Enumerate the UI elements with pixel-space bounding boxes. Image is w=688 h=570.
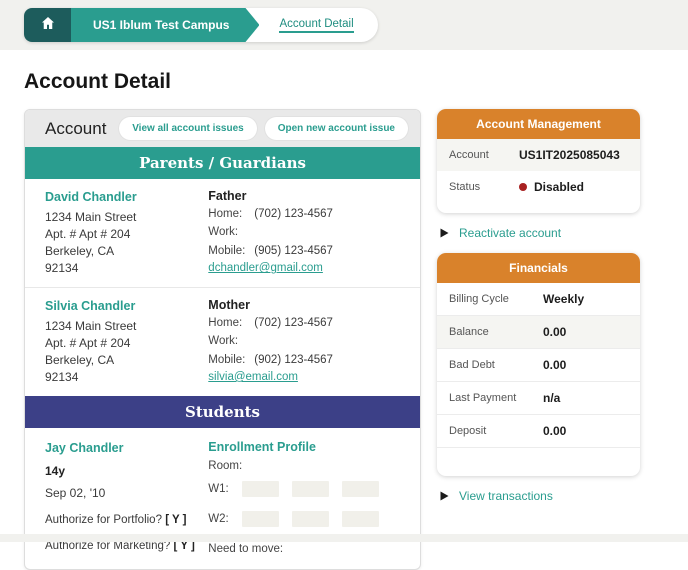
balance-value: 0.00 bbox=[543, 325, 566, 339]
last-payment-value: n/a bbox=[543, 391, 560, 405]
phone-value: (902) 123-4567 bbox=[254, 351, 333, 369]
breadcrumb: US1 Iblum Test Campus Account Detail bbox=[24, 8, 378, 42]
address-line: 92134 bbox=[45, 260, 208, 277]
view-transactions-link[interactable]: View transactions bbox=[440, 489, 640, 503]
parent-relation: Mother bbox=[208, 298, 400, 312]
view-all-account-issues-button[interactable]: View all account issues bbox=[119, 117, 257, 140]
parent-email-link[interactable]: dchandler@gmail.com bbox=[208, 262, 323, 274]
parent-name-link[interactable]: David Chandler bbox=[45, 189, 208, 207]
phone-value: (905) 123-4567 bbox=[254, 242, 333, 260]
financials-title: Financials bbox=[437, 253, 640, 283]
status-label: Status bbox=[449, 181, 519, 193]
student-row: Jay Chandler 14y Sep 02, '10 Authorize f… bbox=[25, 428, 420, 569]
w1-label: W1: bbox=[208, 483, 242, 495]
enrollment-slot bbox=[292, 511, 329, 527]
breadcrumb-home-button[interactable] bbox=[24, 8, 71, 42]
deposit-value: 0.00 bbox=[543, 424, 566, 438]
account-number-label: Account bbox=[449, 149, 519, 161]
billing-cycle-value: Weekly bbox=[543, 292, 584, 306]
phone-label: Work: bbox=[208, 332, 254, 350]
account-management-title: Account Management bbox=[437, 109, 640, 139]
phone-label: Home: bbox=[208, 314, 254, 332]
parent-row: David Chandler 1234 Main Street Apt. # A… bbox=[25, 179, 420, 287]
bad-debt-row: Bad Debt 0.00 bbox=[437, 349, 640, 382]
address-line: 1234 Main Street bbox=[45, 318, 208, 335]
enrollment-slot bbox=[342, 511, 379, 527]
balance-row: Balance 0.00 bbox=[437, 316, 640, 349]
enrollment-slot bbox=[292, 481, 329, 497]
address-line: 1234 Main Street bbox=[45, 209, 208, 226]
address-line: Berkeley, CA bbox=[45, 352, 208, 369]
billing-cycle-row: Billing Cycle Weekly bbox=[437, 283, 640, 316]
play-icon bbox=[440, 491, 449, 501]
status-value: Disabled bbox=[534, 180, 584, 194]
phone-label: Home: bbox=[208, 205, 254, 223]
parent-relation: Father bbox=[208, 189, 400, 203]
view-transactions-label: View transactions bbox=[459, 489, 553, 503]
last-payment-row: Last Payment n/a bbox=[437, 382, 640, 415]
enrollment-slot bbox=[242, 511, 279, 527]
parent-email-link[interactable]: silvia@email.com bbox=[208, 371, 298, 383]
w2-label: W2: bbox=[208, 513, 242, 525]
account-number-row: Account US1IT2025085043 bbox=[437, 139, 640, 171]
student-age: 14y bbox=[45, 463, 208, 480]
top-strip: US1 Iblum Test Campus Account Detail bbox=[0, 0, 688, 50]
status-dot-icon bbox=[519, 183, 527, 191]
student-name-link[interactable]: Jay Chandler bbox=[45, 440, 208, 458]
breadcrumb-current[interactable]: Account Detail bbox=[259, 8, 377, 42]
address-line: 92134 bbox=[45, 369, 208, 386]
account-card-header: Account View all account issues Open new… bbox=[25, 110, 420, 147]
enrollment-profile-title: Enrollment Profile bbox=[208, 440, 400, 454]
billing-cycle-label: Billing Cycle bbox=[449, 293, 543, 305]
bad-debt-label: Bad Debt bbox=[449, 359, 543, 371]
reactivate-account-label: Reactivate account bbox=[459, 226, 561, 240]
address-line: Apt. # Apt # 204 bbox=[45, 335, 208, 352]
address-line: Berkeley, CA bbox=[45, 243, 208, 260]
authorize-portfolio-label: Authorize for Portfolio? bbox=[45, 514, 162, 526]
financials-panel: Financials Billing Cycle Weekly Balance … bbox=[437, 253, 640, 476]
room-label: Room: bbox=[208, 460, 400, 472]
account-card-title: Account bbox=[45, 119, 106, 139]
reactivate-account-link[interactable]: Reactivate account bbox=[440, 226, 640, 240]
page-title: Account Detail bbox=[24, 70, 664, 94]
phone-value: (702) 123-4567 bbox=[254, 205, 333, 223]
authorize-portfolio-value: [ Y ] bbox=[165, 514, 186, 526]
bad-debt-value: 0.00 bbox=[543, 358, 566, 372]
phone-value: (702) 123-4567 bbox=[254, 314, 333, 332]
students-header: Students bbox=[25, 396, 420, 428]
footer-strip bbox=[0, 534, 688, 542]
status-row: Status Disabled bbox=[437, 171, 640, 203]
play-icon bbox=[440, 228, 449, 238]
parent-name-link[interactable]: Silvia Chandler bbox=[45, 298, 208, 316]
account-management-panel: Account Management Account US1IT20250850… bbox=[437, 109, 640, 213]
deposit-label: Deposit bbox=[449, 425, 543, 437]
need-to-move-label: Need to move: bbox=[208, 543, 400, 555]
open-new-account-issue-button[interactable]: Open new account issue bbox=[265, 117, 408, 140]
parent-row: Silvia Chandler 1234 Main Street Apt. # … bbox=[25, 287, 420, 396]
home-icon bbox=[40, 15, 56, 36]
authorize-portfolio: Authorize for Portfolio? [ Y ] bbox=[45, 512, 208, 528]
deposit-row: Deposit 0.00 bbox=[437, 415, 640, 448]
enrollment-slot bbox=[242, 481, 279, 497]
last-payment-label: Last Payment bbox=[449, 392, 543, 404]
main-content: Account View all account issues Open new… bbox=[24, 109, 664, 570]
parents-guardians-header: Parents / Guardians bbox=[25, 147, 420, 179]
student-dob: Sep 02, '10 bbox=[45, 485, 208, 502]
w1-row: W1: bbox=[208, 481, 400, 497]
account-number-value: US1IT2025085043 bbox=[519, 148, 620, 162]
phone-label: Mobile: bbox=[208, 242, 254, 260]
phone-label: Mobile: bbox=[208, 351, 254, 369]
address-line: Apt. # Apt # 204 bbox=[45, 226, 208, 243]
phone-label: Work: bbox=[208, 223, 254, 241]
account-card: Account View all account issues Open new… bbox=[24, 109, 421, 570]
balance-label: Balance bbox=[449, 326, 543, 338]
w2-row: W2: bbox=[208, 511, 400, 527]
enrollment-slot bbox=[342, 481, 379, 497]
breadcrumb-current-label: Account Detail bbox=[279, 18, 353, 33]
breadcrumb-campus[interactable]: US1 Iblum Test Campus bbox=[71, 8, 259, 42]
